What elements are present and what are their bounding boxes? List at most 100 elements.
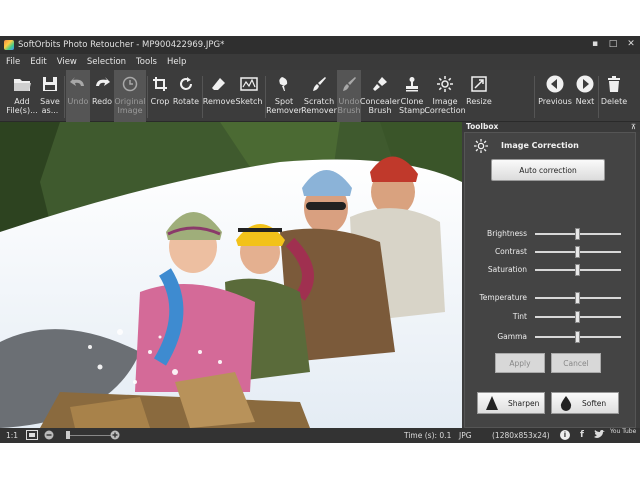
app-logo-icon (4, 40, 14, 50)
youtube-icon[interactable]: You Tube (610, 429, 636, 435)
slider-thumb[interactable] (575, 331, 580, 343)
restore-button[interactable]: □ (608, 38, 618, 50)
contrast-label: Contrast (494, 247, 527, 256)
undo-brush-button[interactable]: Undo Brush (337, 70, 361, 122)
add-files-button[interactable]: Add File(s)... (6, 70, 38, 122)
image-canvas[interactable] (0, 122, 462, 428)
save-as-button[interactable]: Save as... (38, 70, 62, 122)
crop-label: Crop (150, 97, 170, 106)
rotate-label: Rotate (172, 97, 200, 106)
fit-screen-icon[interactable] (26, 430, 38, 442)
add-files-label: Add File(s)... (6, 97, 38, 115)
spot-remover-button[interactable]: Spot Remover (266, 70, 302, 122)
clone-stamp-icon (402, 74, 422, 94)
tint-label: Tint (512, 312, 527, 321)
slider-thumb[interactable] (575, 246, 580, 258)
clone-stamp-button[interactable]: Clone Stamp (398, 70, 426, 122)
scratch-remover-label: Scratch Remover (301, 97, 337, 115)
cancel-button[interactable]: Cancel (551, 353, 601, 373)
window-title: SoftOrbits Photo Retoucher - MP900422969… (18, 40, 225, 50)
title-bar: SoftOrbits Photo Retoucher - MP900422969… (0, 36, 640, 54)
slider-thumb[interactable] (575, 264, 580, 276)
soften-button[interactable]: Soften (551, 392, 619, 414)
temperature-label: Temperature (479, 293, 527, 302)
slider-thumb[interactable] (575, 228, 580, 240)
slider-thumb[interactable] (575, 311, 580, 323)
soften-label: Soften (582, 398, 607, 408)
sketch-label: Sketch (235, 97, 263, 106)
clock-icon (120, 74, 140, 94)
spot-remover-label: Spot Remover (266, 97, 302, 115)
eraser-icon (209, 74, 229, 94)
saturation-slider[interactable]: Saturation (465, 264, 637, 276)
brightness-label: Brightness (487, 229, 527, 238)
menu-file[interactable]: File (6, 57, 20, 67)
sketch-button[interactable]: Sketch (235, 70, 263, 122)
delete-label: Delete (600, 97, 628, 106)
info-icon[interactable]: i (560, 430, 570, 440)
concealer-brush-label: Concealer Brush (359, 97, 401, 115)
previous-button[interactable]: Previous (538, 70, 572, 122)
saturation-label: Saturation (487, 265, 527, 274)
toolbox-title: Toolbox (466, 122, 499, 131)
toolbox-panel: Image Correction Auto correction Brightn… (464, 132, 636, 428)
menu-tools[interactable]: Tools (136, 57, 157, 67)
twitter-icon[interactable]: t (594, 430, 605, 441)
save-as-label: Save as... (40, 97, 60, 115)
undo-arrow-icon (68, 74, 88, 94)
temperature-slider[interactable]: Temperature (465, 292, 637, 304)
toolbar-separator (534, 76, 535, 118)
resize-label: Resize (466, 97, 492, 106)
brightness-slider[interactable]: Brightness (465, 228, 637, 240)
resize-icon (469, 74, 489, 94)
scratch-remover-button[interactable]: Scratch Remover (301, 70, 337, 122)
sharpen-button[interactable]: Sharpen (477, 392, 545, 414)
apply-button[interactable]: Apply (495, 353, 545, 373)
zoom-slider-track[interactable] (70, 435, 114, 436)
menu-edit[interactable]: Edit (30, 57, 46, 67)
undo-brush-icon (339, 74, 359, 94)
undo-button[interactable]: Undo (66, 70, 90, 122)
zoom-out-icon[interactable] (44, 430, 54, 442)
open-folder-icon (12, 74, 32, 94)
remove-button[interactable]: Remove (203, 70, 235, 122)
redo-label: Redo (91, 97, 113, 106)
contrast-slider[interactable]: Contrast (465, 246, 637, 258)
image-dimensions: (1280x853x24) (492, 431, 550, 440)
original-image-button[interactable]: Original Image (114, 70, 146, 122)
spot-brush-icon (274, 74, 294, 94)
crop-button[interactable]: Crop (149, 70, 171, 122)
close-button[interactable]: ✕ (626, 38, 636, 50)
save-disk-icon (40, 74, 60, 94)
slider-thumb[interactable] (575, 292, 580, 304)
toolbar-separator (598, 76, 599, 118)
previous-label: Previous (538, 97, 572, 106)
pin-icon[interactable]: ⊼ (631, 122, 636, 132)
resize-button[interactable]: Resize (466, 70, 492, 122)
zoom-in-icon[interactable] (110, 430, 120, 442)
zoom-ratio[interactable]: 1:1 (6, 431, 18, 440)
menu-help[interactable]: Help (167, 57, 186, 67)
sketch-icon (239, 74, 259, 94)
redo-button[interactable]: Redo (90, 70, 114, 122)
menu-view[interactable]: View (57, 57, 77, 67)
zoom-slider-thumb[interactable] (66, 431, 70, 439)
facebook-icon[interactable]: f (580, 430, 584, 440)
toolbar-separator (147, 76, 148, 118)
next-button[interactable]: Next (573, 70, 597, 122)
auto-correction-button[interactable]: Auto correction (491, 159, 605, 181)
menu-selection[interactable]: Selection (87, 57, 126, 67)
next-label: Next (575, 97, 595, 106)
toolbar: Add File(s)... Save as... Undo Redo Orig… (0, 70, 640, 122)
gamma-slider[interactable]: Gamma (465, 331, 637, 343)
image-format: JPG (459, 431, 472, 440)
image-correction-sun-icon (474, 138, 488, 153)
rotate-button[interactable]: Rotate (172, 70, 200, 122)
tint-slider[interactable]: Tint (465, 311, 637, 323)
rotate-icon (176, 74, 196, 94)
image-correction-button[interactable]: Image Correction (424, 70, 466, 122)
minimize-button[interactable]: ▪ (590, 38, 600, 50)
concealer-brush-button[interactable]: Concealer Brush (359, 70, 401, 122)
menu-bar: File Edit View Selection Tools Help (0, 54, 640, 70)
delete-button[interactable]: Delete (600, 70, 628, 122)
